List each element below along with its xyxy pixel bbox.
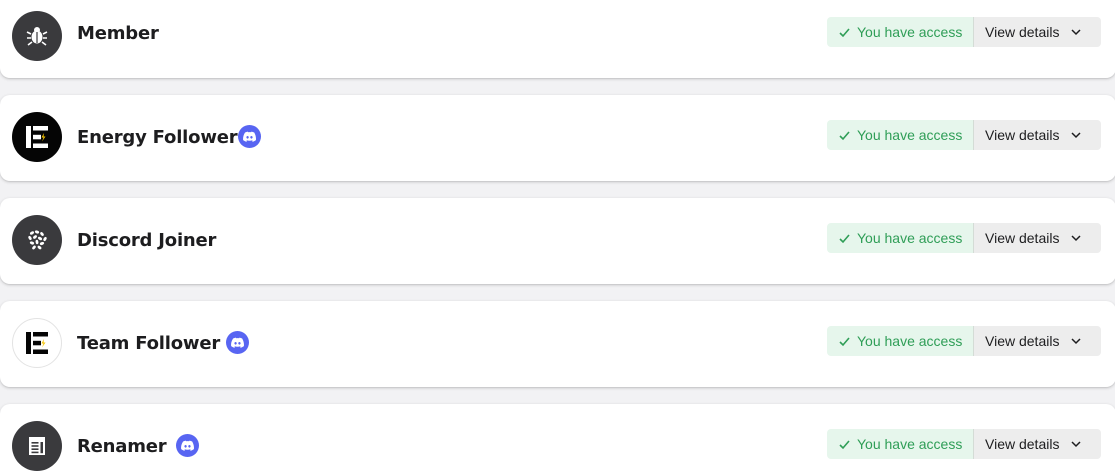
role-list: Member You have access View details Ener…: [0, 0, 1115, 475]
document-list-icon: [29, 437, 45, 455]
role-avatar-renamer: [12, 421, 62, 471]
view-details-label: View details: [985, 127, 1060, 143]
energy-logo-icon: [26, 332, 48, 354]
view-details-button[interactable]: View details: [974, 326, 1101, 356]
role-name: Energy Follower: [77, 127, 238, 148]
access-control-group: You have access View details: [827, 429, 1101, 459]
discord-icon: [176, 434, 199, 457]
access-status-label: You have access: [857, 436, 963, 452]
view-details-label: View details: [985, 24, 1060, 40]
discord-icon: [226, 331, 249, 354]
check-icon: [838, 438, 851, 451]
view-details-button[interactable]: View details: [974, 120, 1101, 150]
role-name: Discord Joiner: [77, 230, 217, 251]
role-avatar-team-follower: [12, 318, 62, 368]
check-icon: [838, 335, 851, 348]
role-avatar-discord-joiner: [12, 215, 62, 265]
role-name: Team Follower: [77, 333, 221, 354]
check-icon: [838, 232, 851, 245]
access-control-group: You have access View details: [827, 120, 1101, 150]
access-status-badge: You have access: [827, 223, 974, 253]
access-control-group: You have access View details: [827, 223, 1101, 253]
check-icon: [838, 129, 851, 142]
snowflake-cluster-icon: [28, 230, 47, 250]
access-status-badge: You have access: [827, 17, 974, 47]
view-details-button[interactable]: View details: [974, 223, 1101, 253]
chevron-down-icon: [1070, 129, 1082, 141]
access-status-label: You have access: [857, 127, 963, 143]
bug-badge-icon: [26, 27, 48, 46]
chevron-down-icon: [1070, 232, 1082, 244]
role-avatar-member: [12, 11, 62, 61]
chevron-down-icon: [1070, 335, 1082, 347]
access-control-group: You have access View details: [827, 326, 1101, 356]
role-avatar-energy-follower: [12, 112, 62, 162]
access-status-badge: You have access: [827, 429, 974, 459]
energy-logo-icon: [26, 126, 48, 148]
discord-icon: [238, 125, 261, 148]
access-status-label: You have access: [857, 333, 963, 349]
access-status-label: You have access: [857, 230, 963, 246]
access-status-badge: You have access: [827, 120, 974, 150]
chevron-down-icon: [1070, 438, 1082, 450]
view-details-label: View details: [985, 436, 1060, 452]
role-card-discord-joiner: Discord Joiner You have access View deta…: [0, 198, 1115, 284]
view-details-label: View details: [985, 230, 1060, 246]
check-icon: [838, 26, 851, 39]
access-status-badge: You have access: [827, 326, 974, 356]
access-status-label: You have access: [857, 24, 963, 40]
view-details-label: View details: [985, 333, 1060, 349]
view-details-button[interactable]: View details: [974, 17, 1101, 47]
role-card-renamer: Renamer You have access View details: [0, 404, 1115, 475]
chevron-down-icon: [1070, 26, 1082, 38]
access-control-group: You have access View details: [827, 17, 1101, 47]
view-details-button[interactable]: View details: [974, 429, 1101, 459]
role-name: Member: [77, 23, 159, 44]
role-name: Renamer: [77, 436, 167, 457]
role-card-member: Member You have access View details: [0, 0, 1115, 78]
role-card-team-follower: Team Follower You have access View detai…: [0, 301, 1115, 387]
role-card-energy-follower: Energy Follower You have access View det…: [0, 95, 1115, 181]
